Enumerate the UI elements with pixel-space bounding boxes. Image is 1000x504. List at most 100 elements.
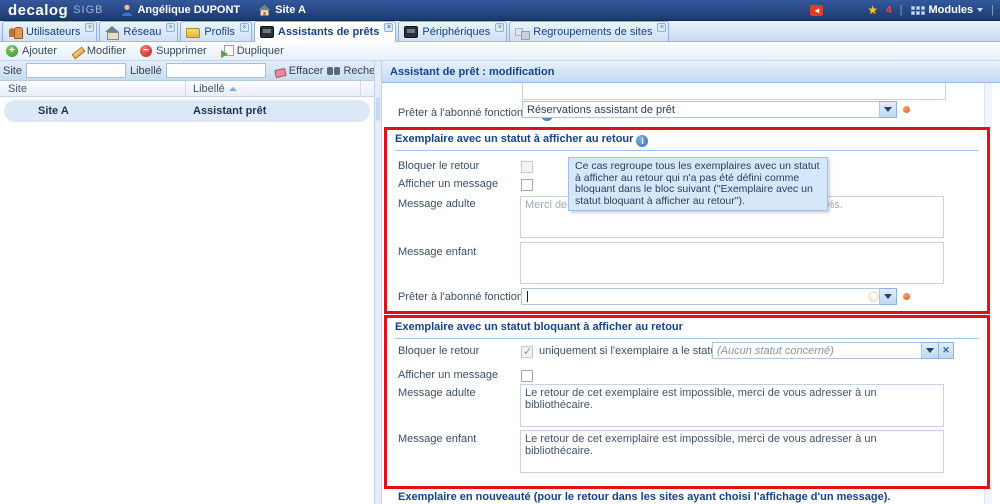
only-if-status-label: uniquement si l'exemplaire a le statut <box>539 345 720 357</box>
eraser-icon <box>274 66 286 76</box>
exit-icon[interactable]: ◄ <box>810 5 823 16</box>
current-site-label: Site A <box>275 4 306 16</box>
combobox-text: Réservations assistant de prêt <box>527 104 675 116</box>
required-indicator <box>903 293 910 300</box>
separator: | <box>991 4 994 16</box>
tab-utilisateurs[interactable]: Utilisateurs × <box>2 21 97 41</box>
home-icon <box>105 26 119 38</box>
required-indicator <box>903 106 910 113</box>
table-row[interactable]: Site A Assistant prêt <box>4 100 370 122</box>
close-icon[interactable]: × <box>657 23 666 32</box>
tab-strip: Utilisateurs × Réseau × Profils × Assist… <box>0 21 1000 42</box>
user-icon <box>121 4 133 16</box>
show-message-checkbox[interactable] <box>521 179 533 191</box>
detail-panel: Assistant de prêt : modification Prêter … <box>382 61 1000 504</box>
current-site[interactable]: Site A <box>258 4 306 16</box>
section-status-header: Exemplaire avec un statut à afficher au … <box>395 133 979 151</box>
pencil-icon <box>71 45 83 57</box>
lend-functional-combobox: Réservations assistant de prêt <box>522 101 897 118</box>
clear-selection-icon[interactable]: ✕ <box>939 342 954 359</box>
scrolled-textarea-partial[interactable] <box>522 83 946 100</box>
tab-reseau[interactable]: Réseau × <box>99 21 178 41</box>
folder-icon <box>186 28 200 38</box>
combobox-value[interactable]: (Aucun statut concerné) <box>712 342 922 359</box>
delete-icon: − <box>140 45 152 57</box>
site-filter-input[interactable] <box>26 63 126 78</box>
combobox-value[interactable]: Réservations assistant de prêt <box>522 101 880 118</box>
close-icon[interactable]: × <box>495 23 504 32</box>
edit-label: Modifier <box>87 45 126 57</box>
close-icon[interactable]: × <box>85 23 94 32</box>
info-icon[interactable]: i <box>636 135 648 147</box>
chevron-down-icon[interactable] <box>880 288 897 305</box>
message-child-label: Message enfant <box>398 246 476 258</box>
libelle-filter-label: Libellé <box>130 65 162 77</box>
table-header: Site Libellé <box>0 81 374 97</box>
column-header-site[interactable]: Site <box>8 83 27 95</box>
tab-label: Utilisateurs <box>26 26 80 38</box>
label-text: Prêter à l'abonné fonctionnel <box>398 107 538 119</box>
add-button[interactable]: + Ajouter <box>6 45 57 57</box>
site-filter-label: Site <box>3 65 22 77</box>
clear-button[interactable]: Effacer <box>274 65 324 77</box>
chevron-down-icon[interactable] <box>880 101 897 118</box>
column-header-label: Libellé <box>193 83 225 95</box>
tab-label: Périphériques <box>422 26 490 38</box>
duplicate-button[interactable]: Dupliquer <box>221 45 284 57</box>
monitor-icon <box>260 26 274 38</box>
message-child-textarea[interactable]: Le retour de cet exemplaire est impossib… <box>520 430 944 473</box>
modules-button[interactable]: Modules <box>911 4 984 16</box>
section-title: Exemplaire avec un statut à afficher au … <box>395 133 633 145</box>
favorites-count: 4 <box>886 5 892 16</box>
modules-grid-icon <box>911 6 925 15</box>
current-user[interactable]: Angélique DUPONT <box>121 4 240 16</box>
tab-assistants-de-prets[interactable]: Assistants de prêts × <box>254 21 396 42</box>
current-user-label: Angélique DUPONT <box>137 4 240 16</box>
filter-bar: Site Libellé Effacer Rechercher <box>0 61 374 81</box>
tab-profils[interactable]: Profils × <box>180 21 252 41</box>
show-message-label: Afficher un message <box>398 178 498 190</box>
lend-functional-combobox-empty <box>521 288 897 305</box>
users-icon <box>8 26 22 38</box>
monitor-icon <box>404 26 418 38</box>
sort-asc-icon <box>229 87 237 91</box>
tooltip: Ce cas regroupe tous les exemplaires ave… <box>568 157 828 211</box>
block-return-checkbox <box>521 161 533 173</box>
panel-splitter[interactable] <box>374 61 382 504</box>
binoculars-icon <box>327 66 340 76</box>
favorites-star-icon[interactable]: ★ <box>867 3 878 17</box>
column-header-libelle[interactable]: Libellé <box>193 83 237 95</box>
tab-peripheriques[interactable]: Périphériques × <box>398 21 507 41</box>
tab-regroupements-de-sites[interactable]: Regroupements de sites × <box>509 21 669 41</box>
add-icon: + <box>6 45 18 57</box>
separator: | <box>900 4 903 16</box>
message-adult-textarea[interactable]: Le retour de cet exemplaire est impossib… <box>520 384 944 427</box>
splitter-grip <box>376 97 380 121</box>
show-message-checkbox[interactable] <box>521 370 533 382</box>
section-title: Exemplaire avec un statut bloquant à aff… <box>395 321 683 333</box>
section-blocking-header: Exemplaire avec un statut bloquant à aff… <box>395 321 979 339</box>
block-return-label: Bloquer le retour <box>398 345 479 357</box>
row-site-cell: Site A <box>38 105 69 117</box>
chevron-down-icon[interactable] <box>922 342 939 359</box>
delete-button[interactable]: − Supprimer <box>140 45 207 57</box>
label-text: Prêter à l'abonné fonctionnel <box>398 291 538 303</box>
close-icon[interactable]: × <box>240 23 249 32</box>
application-window: decalog SIGB Angélique DUPONT Site A ◄ ★… <box>0 0 1000 504</box>
text-caret <box>527 291 528 302</box>
results-panel: Site Libellé Effacer Rechercher Site Lib… <box>0 61 374 504</box>
combobox-input[interactable] <box>521 288 880 305</box>
section-novelty-title: Exemplaire en nouveauté (pour le retour … <box>398 491 890 503</box>
close-icon[interactable]: × <box>384 23 393 32</box>
row-libelle-cell: Assistant prêt <box>193 105 266 117</box>
chevron-down-icon <box>977 8 983 12</box>
message-adult-label: Message adulte <box>398 198 476 210</box>
libelle-filter-input[interactable] <box>166 63 266 78</box>
duplicate-icon <box>221 45 233 57</box>
message-child-textarea[interactable] <box>520 242 944 284</box>
close-icon[interactable]: × <box>166 23 175 32</box>
home-icon <box>258 4 271 16</box>
column-divider <box>360 81 361 97</box>
edit-button[interactable]: Modifier <box>71 45 126 57</box>
block-return-checkbox <box>521 346 533 358</box>
